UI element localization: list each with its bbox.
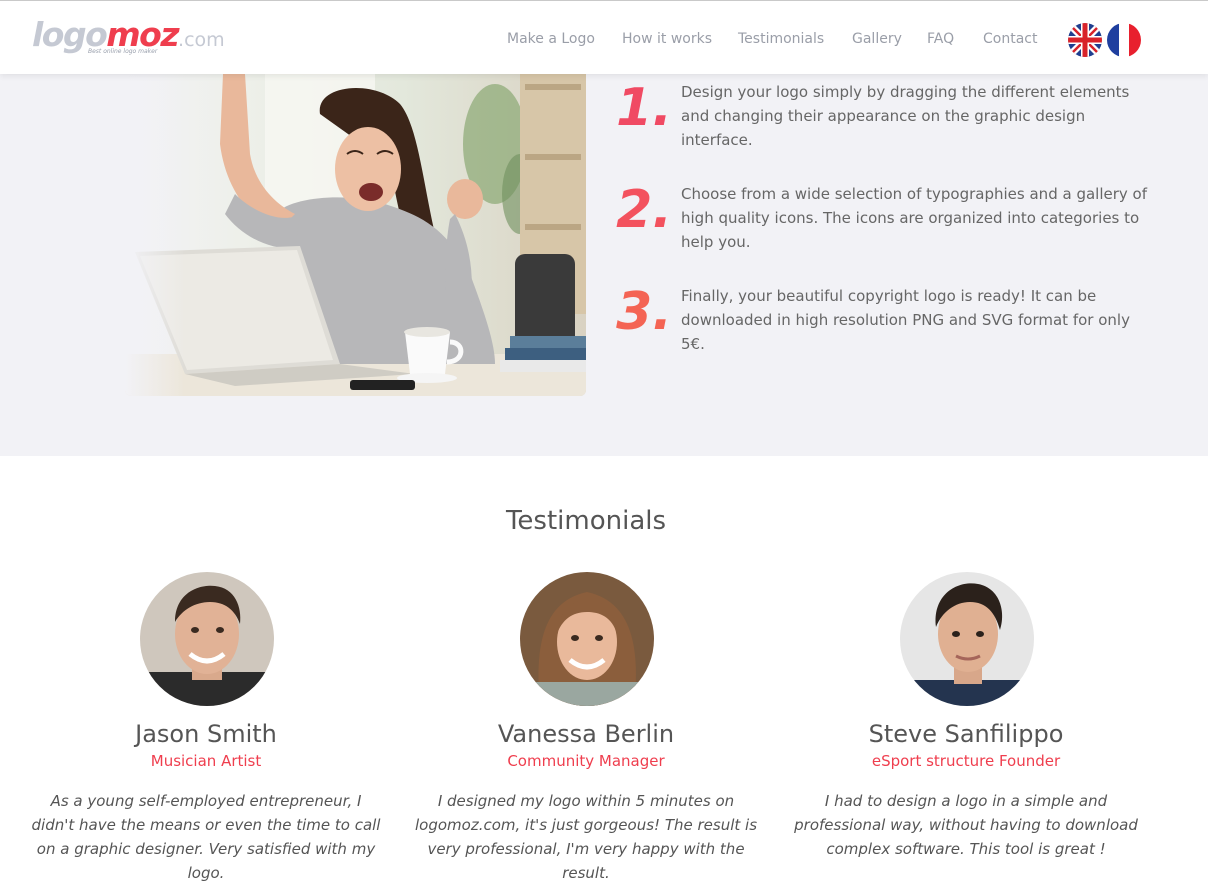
nav-how-it-works[interactable]: How it works — [622, 31, 712, 47]
step-text: Finally, your beautiful copyright logo i… — [681, 287, 1130, 353]
nav-gallery[interactable]: Gallery — [852, 31, 902, 47]
logo-tagline: Best online logo maker — [88, 48, 158, 55]
testimonial-quote: I designed my logo within 5 minutes on l… — [414, 792, 758, 882]
testimonial-quote: I had to design a logo in a simple and p… — [794, 792, 1138, 858]
testimonial-name: Jason Smith — [135, 720, 277, 748]
nav-make-a-logo[interactable]: Make a Logo — [507, 31, 595, 47]
logo-text-com: .com — [178, 29, 225, 51]
step-text: Design your logo simply by dragging the … — [681, 83, 1130, 149]
avatar — [140, 572, 274, 706]
avatar — [900, 572, 1034, 706]
testimonial-role: Musician Artist — [150, 752, 262, 770]
how-it-works-section: 1. Design your logo simply by dragging t… — [0, 74, 1208, 456]
nav-testimonials[interactable]: Testimonials — [738, 31, 824, 47]
testimonial-quote: As a young self-employed entrepreneur, I… — [31, 792, 381, 882]
testimonial-role: eSport structure Founder — [871, 752, 1061, 770]
step-text: Choose from a wide selection of typograp… — [681, 185, 1147, 251]
avatar — [520, 572, 654, 706]
france-flag-icon[interactable] — [1107, 23, 1141, 57]
site-header: logomoz.com Best online logo maker Make … — [0, 0, 1208, 74]
step-number: 3. — [616, 282, 672, 342]
nav-faq[interactable]: FAQ — [927, 31, 954, 47]
testimonial-name: Steve Sanfilippo — [868, 720, 1064, 748]
step-number: 1. — [616, 78, 672, 138]
site-logo[interactable]: logomoz.com Best online logo maker — [32, 15, 232, 59]
nav-contact[interactable]: Contact — [983, 31, 1037, 47]
hero-photo — [125, 74, 586, 396]
testimonial-name: Vanessa Berlin — [497, 720, 675, 748]
step-number: 2. — [616, 180, 672, 240]
testimonials-title: Testimonials — [505, 506, 667, 536]
testimonial-role: Community Manager — [507, 752, 665, 770]
uk-flag-icon[interactable] — [1068, 23, 1102, 57]
